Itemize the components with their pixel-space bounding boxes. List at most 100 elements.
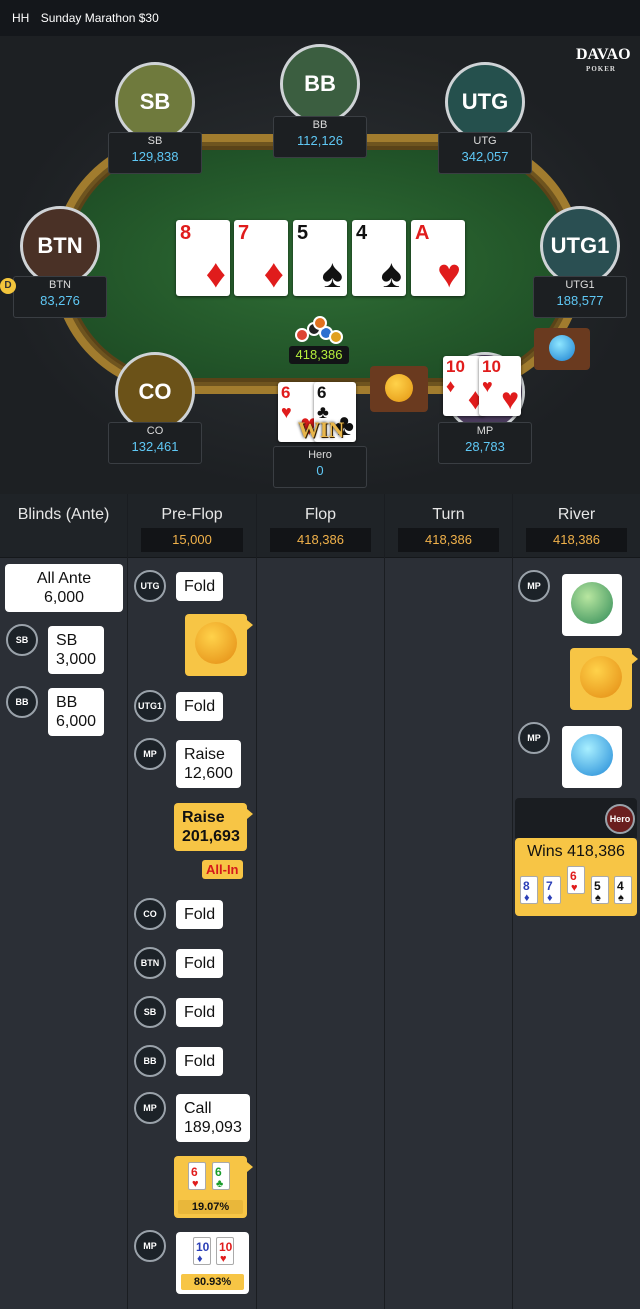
street-pot: 418,386	[526, 528, 627, 552]
sb-blind: SB 3,000	[48, 626, 105, 674]
seat-utg1[interactable]: UTG1 UTG1 188,577	[533, 206, 627, 318]
position-badge-sb: SB	[6, 624, 38, 656]
column-title: Flop	[304, 506, 337, 523]
player-name: UTG1	[565, 279, 595, 291]
emoji-action	[185, 614, 247, 676]
column-title: Blinds (Ante)	[17, 506, 110, 523]
hero-showdown-cards: 6 ♥ 6 ♣ 19.07%	[174, 1156, 247, 1218]
player-stack: 83,276	[40, 293, 80, 308]
board-card-2: 7 ♦	[234, 220, 288, 296]
column-turn: Turn 418,386	[385, 494, 513, 1309]
seat-sb[interactable]: SB SB 129,838	[108, 62, 202, 174]
crying-emoji-icon	[571, 582, 613, 624]
seat-btn[interactable]: BTN BTN 83,276	[13, 206, 107, 318]
equity-hero: 19.07%	[178, 1200, 243, 1214]
emoji-action	[570, 648, 632, 710]
player-stack: 0	[316, 463, 324, 478]
frozen-emoji-icon	[571, 734, 613, 776]
action-fold: Fold	[176, 998, 224, 1027]
column-preflop: Pre-Flop 15,000 UTG Fold UTG1 Fold MP Rai…	[128, 494, 257, 1309]
position-badge-mp: MP	[518, 570, 550, 602]
emoji-bubble-hero	[370, 366, 428, 412]
position-badge-mp: MP	[134, 1230, 166, 1262]
board-card-1: 8 ♦	[176, 220, 230, 296]
player-stack: 132,461	[131, 439, 179, 454]
action-call: Call 189,093	[176, 1094, 250, 1142]
tournament-title: Sunday Marathon $30	[40, 11, 159, 25]
player-name: BTN	[49, 279, 71, 291]
frozen-emoji-icon	[549, 335, 575, 361]
player-stack: 112,126	[296, 133, 344, 148]
hopeful-emoji-icon	[580, 656, 622, 698]
player-stack: 188,577	[556, 293, 604, 308]
seat-co[interactable]: CO CO 132,461	[108, 352, 202, 464]
action-fold: Fold	[176, 692, 224, 721]
ante-box: All Ante 6,000	[5, 564, 123, 612]
action-fold: Fold	[176, 900, 224, 929]
street-pot: 418,386	[270, 528, 371, 552]
column-title: River	[557, 506, 596, 523]
avatar[interactable]: BTN	[20, 206, 100, 286]
avatar[interactable]: UTG1	[540, 206, 620, 286]
column-flop: Flop 418,386	[257, 494, 385, 1309]
player-name: CO	[146, 425, 164, 437]
action-fold: Fold	[176, 572, 224, 601]
action-raise: Raise 12,600	[176, 740, 241, 788]
player-stack: 342,057	[461, 149, 509, 164]
equity-mp: 80.93%	[181, 1274, 244, 1290]
dealer-button: D	[0, 278, 16, 294]
all-in-badge: All-In	[202, 860, 243, 879]
position-badge-utg1: UTG1	[134, 690, 166, 722]
top-bar: HH Sunday Marathon $30	[0, 0, 640, 36]
action-fold: Fold	[176, 1047, 224, 1076]
position-badge-hero: Hero	[605, 804, 635, 834]
board-card-5: A ♥	[411, 220, 465, 296]
surprised-emoji-icon	[385, 374, 413, 402]
emoji-bubble-mp	[534, 328, 590, 370]
screaming-emoji-icon	[195, 622, 237, 664]
player-name: SB	[147, 135, 163, 147]
player-name: UTG	[473, 135, 497, 147]
avatar[interactable]: UTG	[445, 62, 525, 142]
avatar[interactable]: SB	[115, 62, 195, 142]
column-title: Pre-Flop	[161, 506, 223, 523]
position-badge-co: CO	[134, 898, 166, 930]
avatar[interactable]: BB	[280, 44, 360, 124]
position-badge-btn: BTN	[134, 947, 166, 979]
emoji-action	[562, 726, 622, 788]
emoji-action	[562, 574, 622, 636]
position-badge-sb: SB	[134, 996, 166, 1028]
mp-card-2: 10 ♥ ♥	[479, 356, 521, 416]
pot-chips-icon	[293, 316, 345, 346]
action-fold: Fold	[176, 949, 224, 978]
hero-wins-box: Wins 418,386 8 ♦ 7 ♦ 6 ♥ 5 ♠ 4 ♠	[515, 838, 637, 916]
column-river: River 418,386 MP MP Hero Wins 418,386 8 ♦ …	[513, 494, 640, 1309]
position-badge-mp: MP	[134, 738, 166, 770]
position-badge-mp: MP	[134, 1092, 166, 1124]
seat-bb[interactable]: BB BB 112,126	[273, 44, 367, 158]
mp-showdown-cards: 10 ♦ 10 ♥ 80.93%	[176, 1232, 249, 1294]
position-badge-mp: MP	[518, 722, 550, 754]
player-stack: 28,783	[465, 439, 505, 454]
position-badge-bb: BB	[6, 686, 38, 718]
board-card-3: 5 ♠	[293, 220, 347, 296]
player-name: MP	[476, 425, 494, 437]
street-pot: 418,386	[398, 528, 499, 552]
seat-utg[interactable]: UTG UTG 342,057	[438, 62, 532, 174]
avatar[interactable]: CO	[115, 352, 195, 432]
wins-amount: Wins 418,386	[527, 843, 625, 860]
hand-history-panel: Blinds (Ante) All Ante 6,000 SB SB 3,000 B…	[0, 494, 640, 1309]
position-badge-utg: UTG	[134, 570, 166, 602]
pot-amount: 418,386	[289, 346, 349, 364]
win-badge: WIN	[297, 417, 345, 442]
player-name: Hero	[308, 449, 332, 461]
hero-action-raise: Raise 201,693	[174, 803, 247, 851]
column-title: Turn	[432, 506, 465, 523]
brand-logo: DAVAO POKER	[576, 46, 631, 74]
player-name: BB	[312, 119, 328, 131]
player-stack: 129,838	[131, 149, 179, 164]
poker-table-area: DAVAO POKER SB SB 129,838 BB BB 112,126 UTG…	[0, 36, 640, 494]
street-pot: 15,000	[141, 528, 243, 552]
bb-blind: BB 6,000	[48, 688, 105, 736]
hand-history-label: HH	[12, 11, 30, 25]
